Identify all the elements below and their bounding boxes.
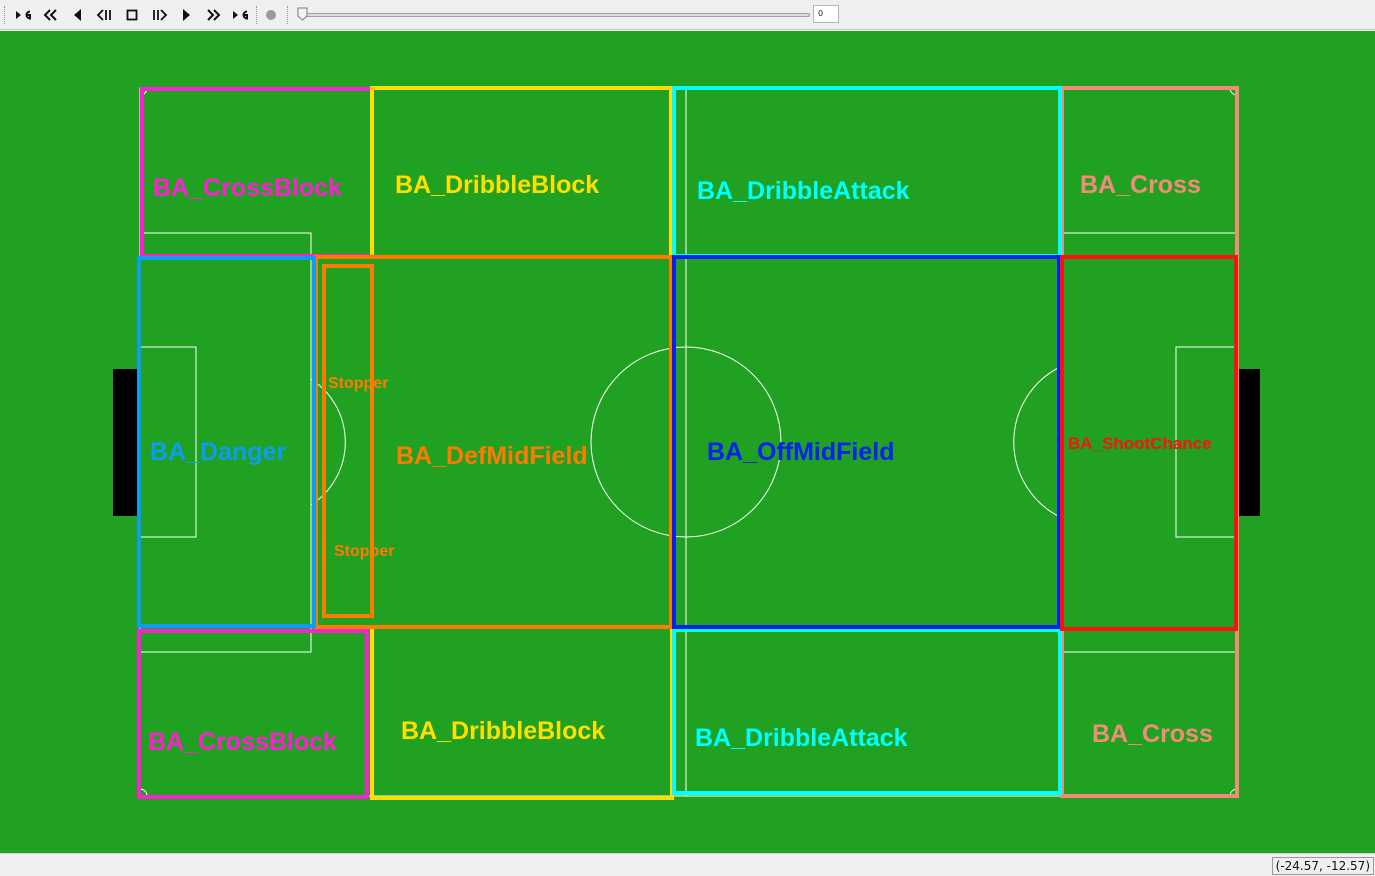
toolbar-grip (4, 6, 7, 24)
stop-button[interactable] (120, 4, 144, 26)
go-first-button[interactable] (12, 4, 36, 26)
label-dribbleattack-bottom: BA_DribbleAttack (695, 724, 908, 752)
right-penalty-arc (1013, 365, 1063, 519)
zone-crossblock-bottom (137, 629, 369, 799)
record-button[interactable] (259, 4, 283, 26)
skip-to-end-icon (233, 10, 248, 20)
bar-triangle-right-icon (153, 9, 168, 21)
step-back-button[interactable] (66, 4, 90, 26)
left-goal (113, 369, 137, 516)
label-stopper-top: Stopper (328, 375, 388, 392)
field-canvas: BA_CrossBlock BA_DribbleBlock BA_Dribble… (113, 86, 1260, 800)
double-chevron-right-icon (207, 9, 221, 21)
label-danger: BA_Danger (150, 438, 286, 466)
zone-dribbleattack-bottom (672, 628, 1062, 795)
slider-thumb[interactable] (297, 7, 308, 21)
toolbar-separator (287, 6, 290, 24)
label-offmidfield: BA_OffMidField (707, 438, 895, 466)
soccer-field-view[interactable]: BA_CrossBlock BA_DribbleBlock BA_Dribble… (0, 31, 1375, 853)
status-bar: (-24.57, -12.57) (0, 853, 1375, 876)
play-backward-button[interactable] (93, 4, 117, 26)
label-shootchance: BA_ShootChance (1068, 434, 1212, 453)
triangle-left-icon (74, 9, 81, 21)
cursor-coordinates: (-24.57, -12.57) (1271, 857, 1374, 875)
zone-dribbleattack-top (672, 86, 1062, 258)
frame-number-input[interactable]: 0 (813, 5, 839, 23)
step-forward-button[interactable] (174, 4, 198, 26)
fast-forward-button[interactable] (201, 4, 225, 26)
go-last-button[interactable] (229, 4, 253, 26)
label-crossblock-top: BA_CrossBlock (153, 174, 342, 202)
label-cross-bottom: BA_Cross (1092, 720, 1213, 748)
play-forward-button[interactable] (147, 4, 171, 26)
corner-arc (139, 788, 148, 797)
label-dribbleattack-top: BA_DribbleAttack (697, 177, 910, 205)
record-dot-icon (266, 10, 276, 20)
label-cross-top: BA_Cross (1080, 171, 1201, 199)
timeline-slider[interactable] (300, 13, 810, 17)
square-stop-icon (126, 9, 138, 21)
label-crossblock-bottom: BA_CrossBlock (148, 728, 337, 756)
label-dribbleblock-bottom: BA_DribbleBlock (401, 717, 605, 745)
skip-to-start-icon (16, 10, 31, 20)
playback-toolbar: 0 (0, 0, 1375, 30)
zone-stopper (322, 264, 374, 618)
label-defmidfield: BA_DefMidField (396, 442, 588, 470)
label-dribbleblock-top: BA_DribbleBlock (395, 171, 599, 199)
right-goal (1237, 369, 1260, 516)
double-chevron-left-icon (43, 9, 57, 21)
label-stopper-bottom: Stopper (334, 543, 394, 560)
zone-crossblock-top (140, 87, 374, 258)
triangle-right-icon (183, 9, 190, 21)
bar-triangle-left-icon (96, 9, 111, 21)
zone-dribbleblock-bottom (370, 625, 674, 800)
fast-rewind-button[interactable] (39, 4, 63, 26)
